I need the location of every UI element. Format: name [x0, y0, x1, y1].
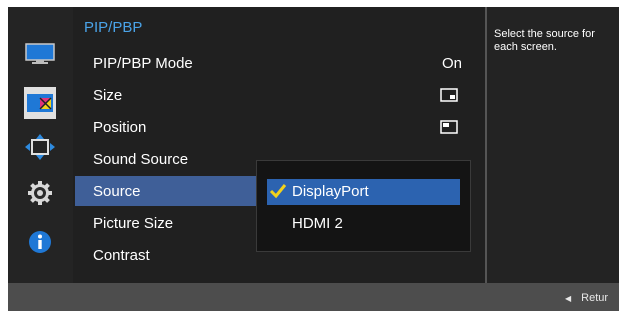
option-label: DisplayPort: [292, 183, 369, 200]
menu-item-label: PIP/PBP Mode: [93, 55, 193, 72]
menu-item-size[interactable]: Size: [75, 80, 257, 110]
menu-item-picture-size[interactable]: Picture Size: [75, 208, 257, 238]
size-small-icon: [440, 88, 458, 107]
settings-icon[interactable]: [24, 177, 56, 209]
menu-title: PIP/PBP: [84, 19, 143, 36]
menu-item-label: Contrast: [93, 247, 150, 264]
info-icon[interactable]: [24, 226, 56, 258]
size-position-icon[interactable]: [24, 131, 56, 163]
source-dropdown: DisplayPort HDMI 2: [256, 160, 471, 252]
menu-item-label: Position: [93, 119, 147, 136]
left-arrow-icon: ◀: [565, 294, 572, 303]
menu-item-label: Size: [93, 87, 123, 104]
menu-item-source[interactable]: Source: [75, 176, 257, 206]
option-displayport[interactable]: DisplayPort: [267, 179, 460, 205]
checkmark-icon: [269, 183, 287, 204]
return-label: Retur: [581, 292, 609, 304]
option-hdmi-2[interactable]: HDMI 2: [267, 211, 460, 237]
return-button[interactable]: ◀ Retur: [565, 292, 608, 304]
pip-pbp-mode-value: On: [442, 55, 463, 72]
position-top-left-icon: [440, 120, 458, 139]
menu-item-pip-pbp-mode[interactable]: PIP/PBP Mode: [75, 48, 257, 78]
help-text: Select the source for each screen.: [494, 28, 595, 53]
option-label: HDMI 2: [292, 215, 343, 232]
menu-item-contrast[interactable]: Contrast: [75, 240, 257, 270]
menu-item-label: Source: [93, 183, 141, 200]
color-icon[interactable]: [24, 87, 56, 119]
menu-item-position[interactable]: Position: [75, 112, 257, 142]
menu-item-label: Picture Size: [93, 215, 174, 232]
picture-icon[interactable]: [24, 38, 56, 70]
bottom-bar: [8, 283, 619, 311]
menu-item-sound-source[interactable]: Sound Source: [75, 144, 257, 174]
menu-item-label: Sound Source: [93, 151, 189, 168]
